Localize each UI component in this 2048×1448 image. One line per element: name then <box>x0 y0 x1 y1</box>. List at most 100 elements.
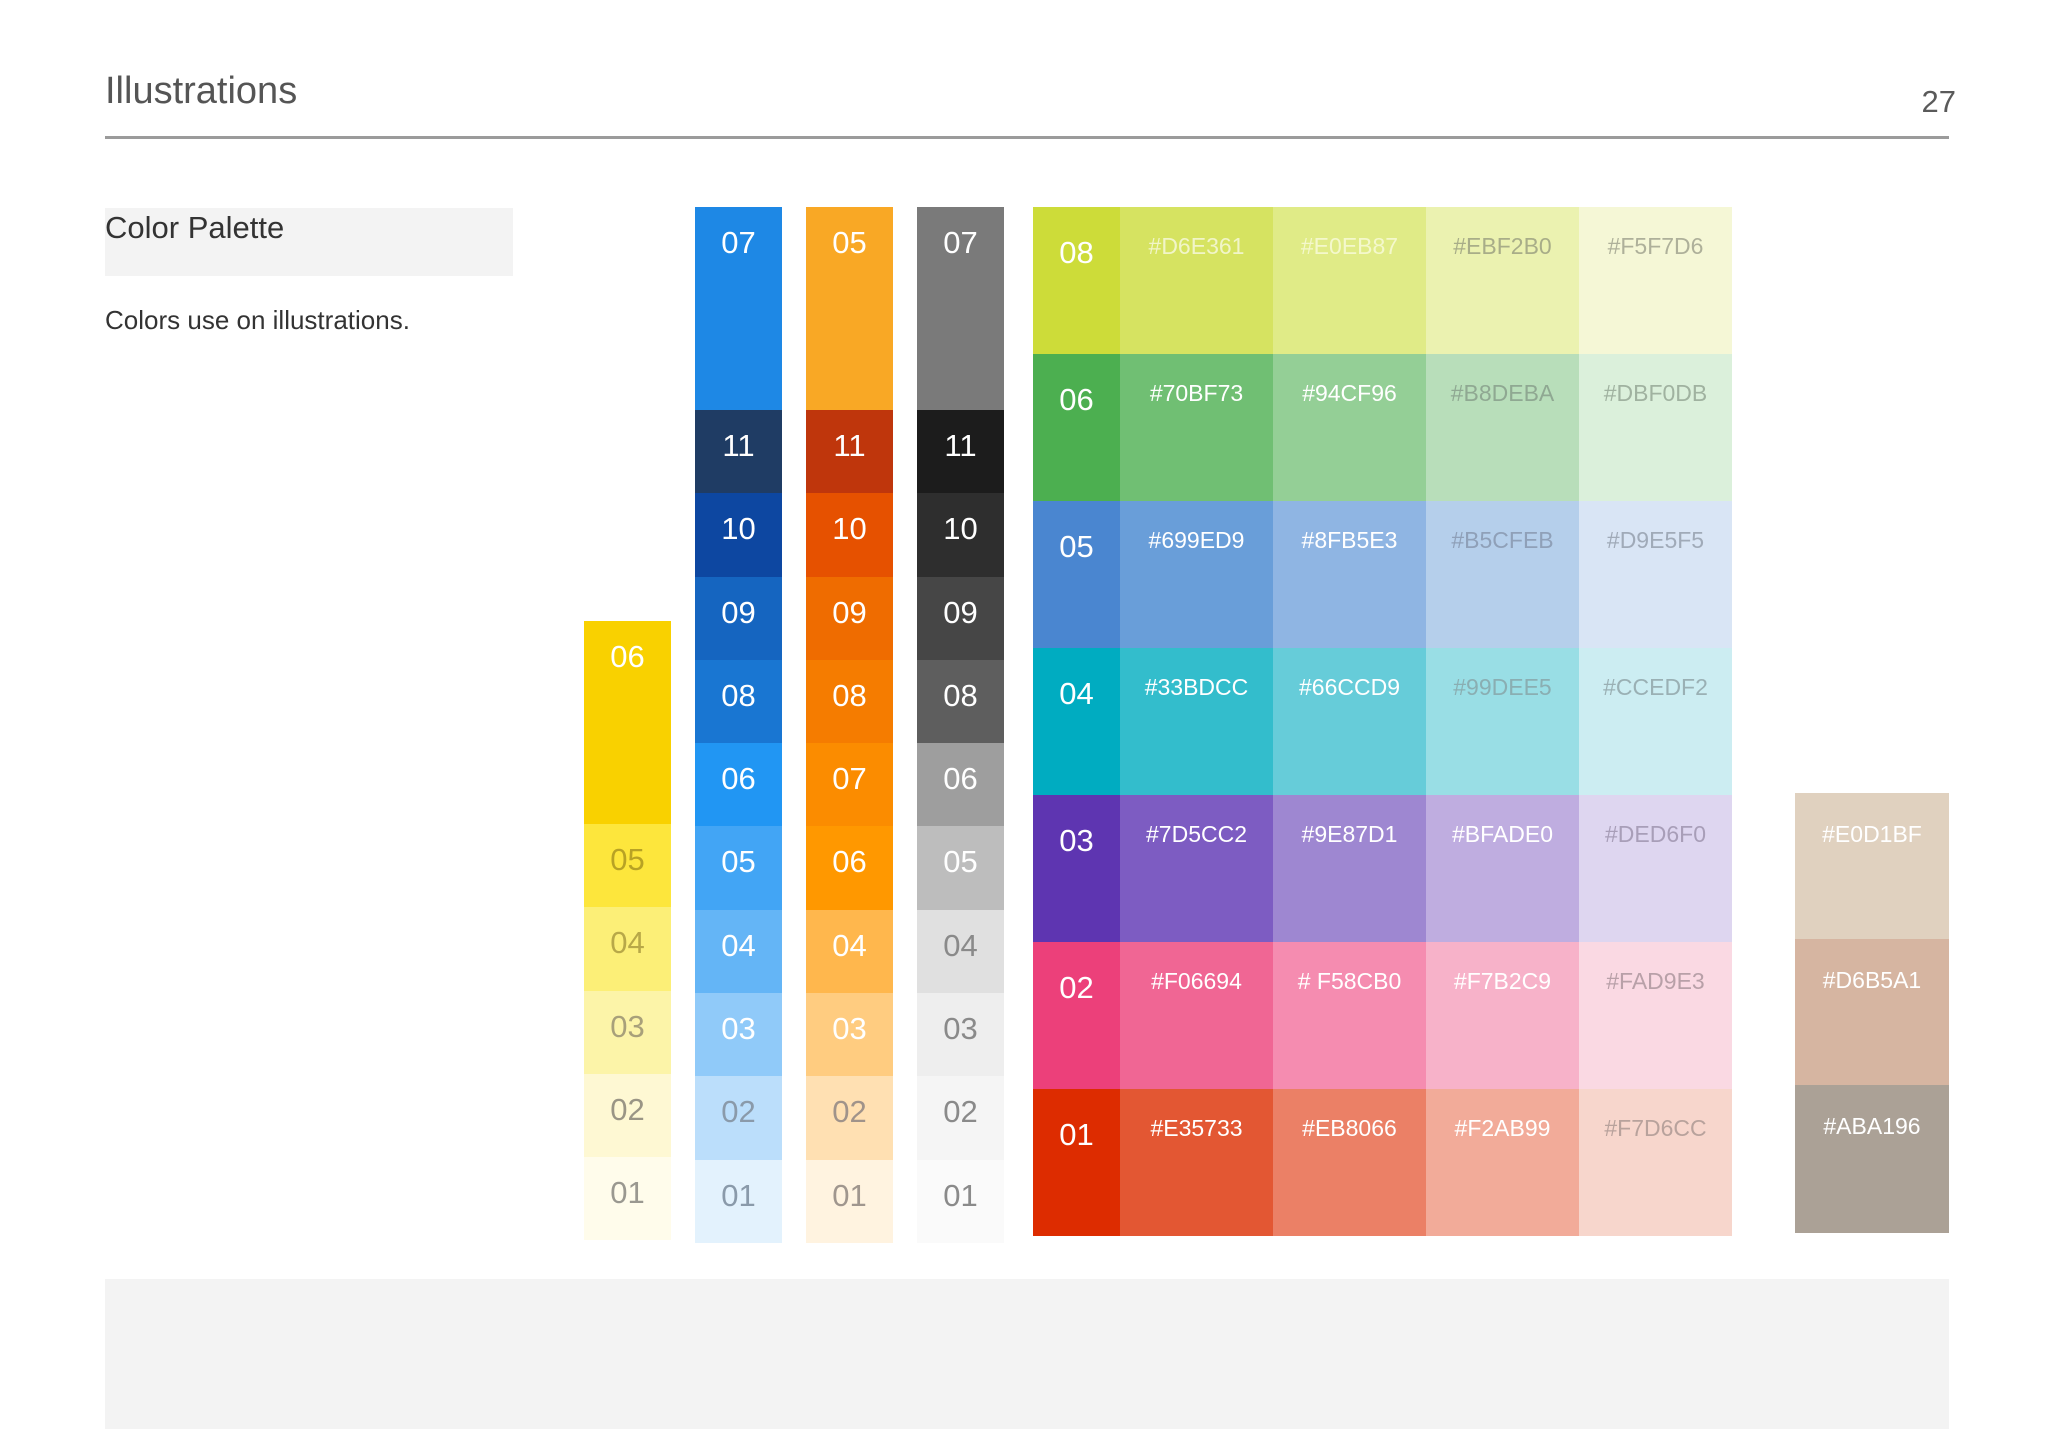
swatch-grey-07: 07 <box>917 207 1004 410</box>
swatch-orange-04: 04 <box>806 909 893 994</box>
swatch-label: 09 <box>832 594 867 630</box>
swatch-grey-08: 08 <box>917 659 1004 744</box>
swatch-grey-01: 01 <box>917 1159 1004 1243</box>
swatch-yellow-04: 04 <box>584 907 671 991</box>
grid-swatch: #9E87D1 <box>1273 795 1426 942</box>
swatch-label: 05 <box>721 844 756 880</box>
grid-row-04: 04 #33BDCC #66CCD9 #99DEE5 #CCEDF2 <box>1033 648 1732 795</box>
swatch-blue-07: 07 <box>695 207 782 410</box>
neutral-swatch: #E0D1BF <box>1795 793 1949 939</box>
ramp-yellow: 06 05 04 03 02 01 <box>584 621 671 1241</box>
swatch-orange-08: 08 <box>806 659 893 744</box>
grid-key-03: 03 <box>1033 795 1120 942</box>
grid-swatch: #8FB5E3 <box>1273 501 1426 648</box>
grid-row-06: 06 #70BF73 #94CF96 #B8DEBA #DBF0DB <box>1033 354 1732 501</box>
swatch-label: 03 <box>943 1011 978 1047</box>
grid-swatch: #B5CFEB <box>1426 501 1579 648</box>
swatch-label: 07 <box>721 225 756 260</box>
grid-key-08: 08 <box>1033 207 1120 354</box>
swatch-orange-03: 03 <box>806 993 893 1077</box>
swatch-label: 07 <box>943 225 978 260</box>
grid-key-01: 01 <box>1033 1089 1120 1236</box>
section-description: Colors use on illustrations. <box>105 305 410 335</box>
grid-swatch: #EB8066 <box>1273 1089 1426 1236</box>
swatch-orange-11: 11 <box>806 410 893 494</box>
swatch-orange-07: 07 <box>806 743 893 827</box>
swatch-label: 03 <box>721 1011 756 1047</box>
swatch-yellow-05: 05 <box>584 824 671 908</box>
grid-swatch: #E0EB87 <box>1273 207 1426 354</box>
swatch-blue-02: 02 <box>695 1076 782 1160</box>
grid-swatch: #F06694 <box>1120 942 1273 1089</box>
grid-swatch: #94CF96 <box>1273 354 1426 501</box>
swatch-label: 01 <box>721 1177 756 1213</box>
swatch-blue-06: 06 <box>695 743 782 827</box>
grid-swatch: #DED6F0 <box>1579 795 1732 942</box>
swatch-blue-05: 05 <box>695 826 782 910</box>
swatch-label: 06 <box>721 761 756 797</box>
swatch-blue-08: 08 <box>695 659 782 744</box>
header-divider <box>105 136 1949 139</box>
swatch-grey-11: 11 <box>917 410 1004 494</box>
grid-row-08: 08 #D6E361 #E0EB87 #EBF2B0 #F5F7D6 <box>1033 207 1732 354</box>
grid-swatch: #F7D6CC <box>1579 1089 1732 1236</box>
swatch-label: 03 <box>610 1008 645 1044</box>
grid-swatch: #70BF73 <box>1120 354 1273 501</box>
swatch-label: 03 <box>832 1011 867 1047</box>
swatch-label: 09 <box>943 594 978 630</box>
swatch-yellow-02: 02 <box>584 1073 671 1158</box>
swatch-label: 11 <box>833 428 866 463</box>
swatch-label: 04 <box>943 927 978 963</box>
swatch-label: 02 <box>610 1091 645 1127</box>
swatch-label: 06 <box>943 761 978 797</box>
grid-swatch: #D9E5F5 <box>1579 501 1732 648</box>
swatch-label: 09 <box>721 594 756 630</box>
swatch-blue-11: 11 <box>695 410 782 494</box>
swatch-label: 02 <box>832 1094 867 1130</box>
swatch-label: 02 <box>721 1094 756 1130</box>
grid-swatch: #699ED9 <box>1120 501 1273 648</box>
swatch-orange-09: 09 <box>806 576 893 660</box>
swatch-blue-09: 09 <box>695 576 782 660</box>
grid-swatch: #BFADE0 <box>1426 795 1579 942</box>
swatch-label: 02 <box>943 1094 978 1130</box>
swatch-grey-06: 06 <box>917 743 1004 827</box>
swatch-grey-03: 03 <box>917 993 1004 1077</box>
color-grid: 08 #D6E361 #E0EB87 #EBF2B0 #F5F7D6 06 #70BF73 #… <box>1033 207 1732 1236</box>
swatch-label: 04 <box>721 927 756 963</box>
ramp-blue: 07 11 10 09 08 06 05 04 03 02 01 <box>695 207 782 1243</box>
grid-swatch: #E35733 <box>1120 1089 1273 1236</box>
swatch-orange-05: 05 <box>806 207 893 410</box>
footer-panel <box>105 1279 1949 1429</box>
grid-row-02: 02 #F06694 # F58CB0 #F7B2C9 #FAD9E3 <box>1033 942 1732 1089</box>
grid-swatch: #DBF0DB <box>1579 354 1732 501</box>
neutral-palette: #E0D1BF #D6B5A1 #ABA196 <box>1795 793 1949 1233</box>
page-title: Illustrations <box>105 70 298 112</box>
swatch-label: 05 <box>832 225 867 260</box>
grid-swatch: #99DEE5 <box>1426 648 1579 795</box>
swatch-yellow-06: 06 <box>584 621 671 824</box>
swatch-label: 06 <box>610 639 645 674</box>
grid-swatch: # F58CB0 <box>1273 942 1426 1089</box>
swatch-label: 01 <box>610 1175 645 1211</box>
swatch-label: 10 <box>832 511 867 547</box>
swatch-orange-01: 01 <box>806 1159 893 1243</box>
swatch-label: 08 <box>832 677 867 713</box>
swatch-label: 05 <box>610 842 645 877</box>
neutral-swatch: #ABA196 <box>1795 1085 1949 1233</box>
ramp-grey: 07 11 10 09 08 06 05 04 03 02 01 <box>917 207 1004 1243</box>
grid-swatch: #66CCD9 <box>1273 648 1426 795</box>
swatch-orange-06: 06 <box>806 826 893 910</box>
section-heading-box: Color Palette <box>105 208 513 276</box>
swatch-blue-01: 01 <box>695 1159 782 1243</box>
grid-key-02: 02 <box>1033 942 1120 1089</box>
grid-swatch: #F5F7D6 <box>1579 207 1732 354</box>
swatch-grey-04: 04 <box>917 909 1004 994</box>
swatch-label: 05 <box>943 844 978 880</box>
grid-row-05: 05 #699ED9 #8FB5E3 #B5CFEB #D9E5F5 <box>1033 501 1732 648</box>
grid-swatch: #FAD9E3 <box>1579 942 1732 1089</box>
grid-key-06: 06 <box>1033 354 1120 501</box>
swatch-label: 11 <box>722 428 755 463</box>
swatch-label: 01 <box>832 1177 867 1213</box>
swatch-orange-10: 10 <box>806 493 893 577</box>
